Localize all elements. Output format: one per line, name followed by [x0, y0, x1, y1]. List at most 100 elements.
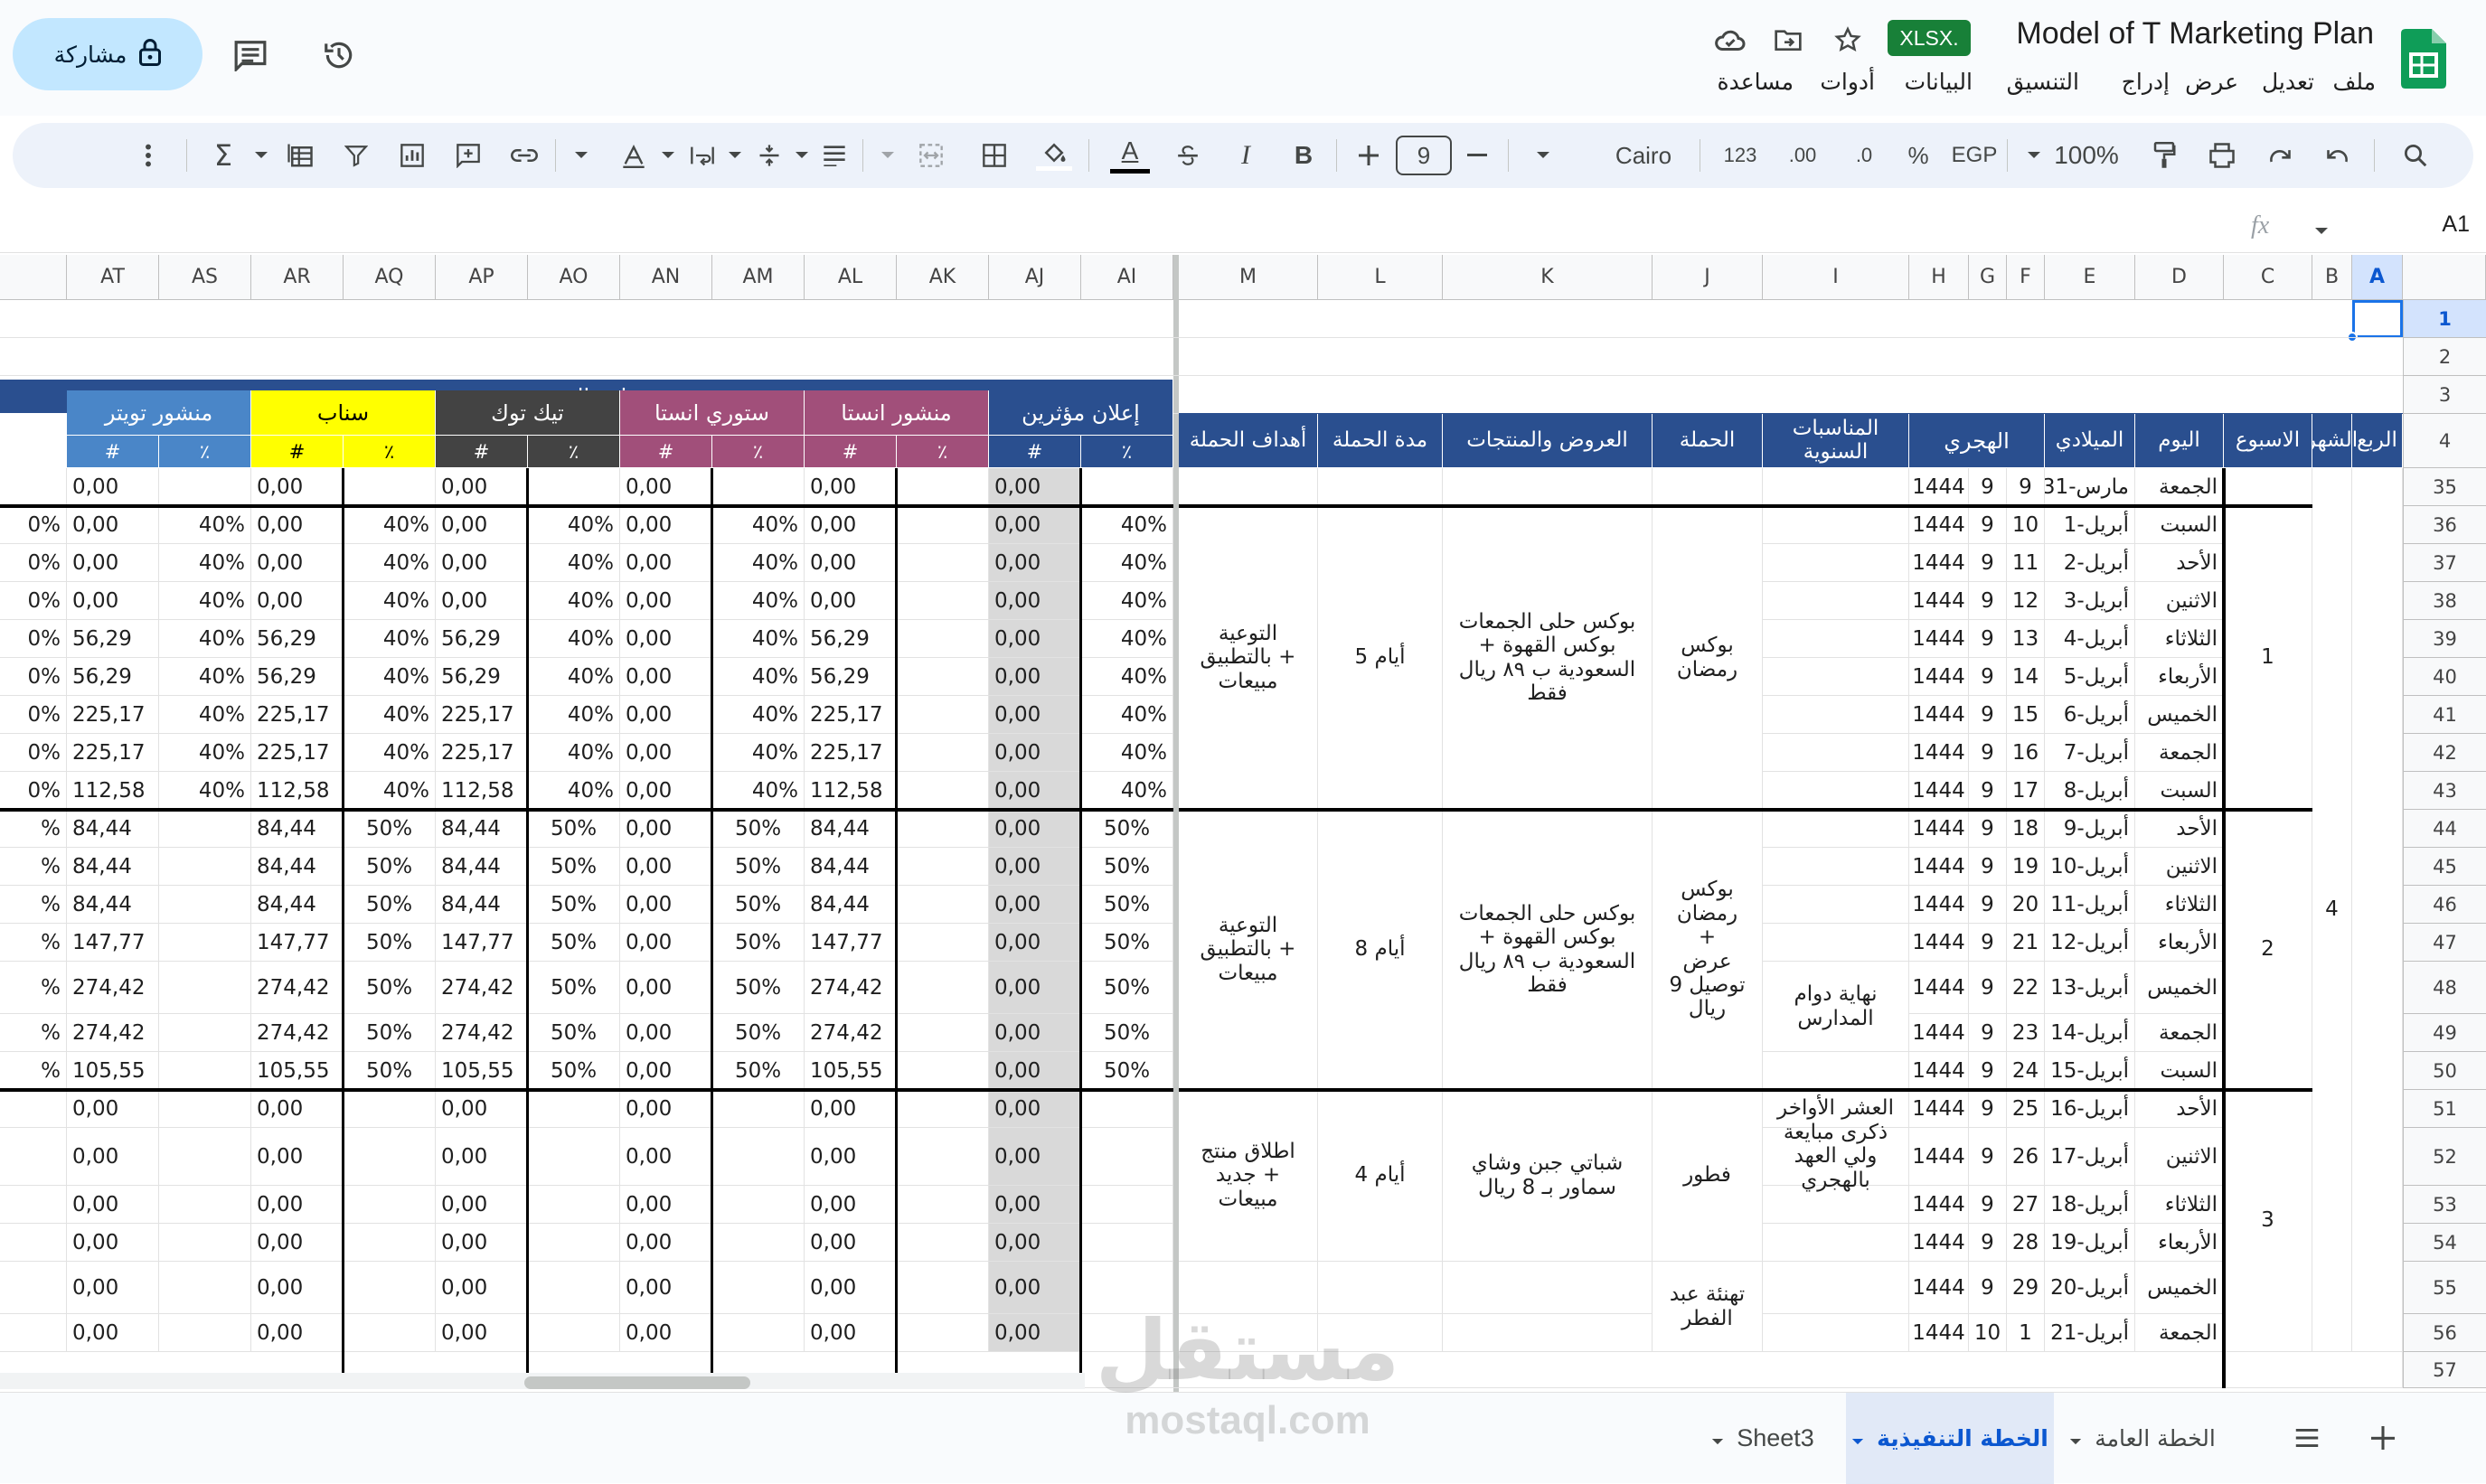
- cell-AO-38[interactable]: 40%: [528, 582, 620, 620]
- cell-D-42[interactable]: الجمعة: [2135, 734, 2224, 772]
- cell-F-49[interactable]: 23: [2007, 1014, 2045, 1052]
- cell-I-56[interactable]: [1763, 1314, 1909, 1352]
- cell-E-49[interactable]: أبريل-14: [2045, 1014, 2135, 1052]
- cell-AO-42[interactable]: 40%: [528, 734, 620, 772]
- cell-AJ-40[interactable]: 0,00: [989, 658, 1081, 696]
- column-header-A[interactable]: A: [2352, 255, 2403, 300]
- row-header-55[interactable]: 55: [2403, 1262, 2486, 1314]
- cell-AT-45[interactable]: 84,44: [67, 848, 159, 886]
- menu-format[interactable]: التنسيق: [2007, 69, 2079, 95]
- cell-AS-35[interactable]: [159, 468, 251, 506]
- cell-AN-51[interactable]: 0,00: [620, 1090, 712, 1128]
- merged-week-2[interactable]: 2: [2224, 810, 2312, 1090]
- cell-D-37[interactable]: الأحد: [2135, 544, 2224, 582]
- cell-AT-53[interactable]: 0,00: [67, 1186, 159, 1224]
- row-header-38[interactable]: 38: [2403, 582, 2486, 620]
- decrease-font-size-icon[interactable]: [1459, 123, 1495, 188]
- merged-month[interactable]: 4: [2312, 468, 2352, 1352]
- cell-AO-50[interactable]: 50%: [528, 1052, 620, 1090]
- row-header-51[interactable]: 51: [2403, 1090, 2486, 1128]
- cell-AP-48[interactable]: 274,42: [436, 962, 528, 1014]
- cell-AR-56[interactable]: 0,00: [251, 1314, 344, 1352]
- cell-K-35[interactable]: [1443, 468, 1653, 506]
- cell-AT-38[interactable]: 0,00: [67, 582, 159, 620]
- cell-AR-41[interactable]: 225,17: [251, 696, 344, 734]
- cell-AL-49[interactable]: 274,42: [805, 1014, 897, 1052]
- merge-dropdown-chevron-icon[interactable]: [875, 123, 900, 188]
- merged-goals-2[interactable]: التوعية بالتطبيق + مبيعات: [1179, 810, 1318, 1090]
- cell-AI-38[interactable]: 40%: [1081, 582, 1173, 620]
- merged-duration-2[interactable]: 8 أيام: [1318, 810, 1443, 1090]
- cell-AO-46[interactable]: 50%: [528, 886, 620, 924]
- cell-AR-54[interactable]: 0,00: [251, 1224, 344, 1262]
- cell-AJ-46[interactable]: 0,00: [989, 886, 1081, 924]
- cell-G-49[interactable]: 9: [1969, 1014, 2007, 1052]
- row-header-44[interactable]: 44: [2403, 810, 2486, 848]
- cell-F-54[interactable]: 28: [2007, 1224, 2045, 1262]
- cell-F-39[interactable]: 13: [2007, 620, 2045, 658]
- cell-AO-55[interactable]: [528, 1262, 620, 1314]
- print-icon[interactable]: [2199, 123, 2246, 188]
- cell-D-56[interactable]: الجمعة: [2135, 1314, 2224, 1352]
- cell-AT-37[interactable]: 0,00: [67, 544, 159, 582]
- cell-AJ-39[interactable]: 0,00: [989, 620, 1081, 658]
- horizontal-align-icon[interactable]: [814, 123, 855, 188]
- cell-AK-39[interactable]: [897, 620, 989, 658]
- cell-AL-43[interactable]: 112,58: [805, 772, 897, 810]
- cell-AT-42[interactable]: 225,17: [67, 734, 159, 772]
- cell-G-52[interactable]: 9: [1969, 1128, 2007, 1186]
- cell-AS-40[interactable]: 40%: [159, 658, 251, 696]
- cell-AO-40[interactable]: 40%: [528, 658, 620, 696]
- cell-AL-41[interactable]: 225,17: [805, 696, 897, 734]
- v-align-chevron-icon[interactable]: [723, 123, 747, 188]
- column-header-B[interactable]: B: [2312, 255, 2352, 300]
- cell-E-54[interactable]: أبريل-19: [2045, 1224, 2135, 1262]
- cell-AT-36[interactable]: 0,00: [67, 506, 159, 544]
- cell-F-44[interactable]: 18: [2007, 810, 2045, 848]
- cell-H-35[interactable]: 1444: [1909, 468, 1969, 506]
- cell-AO-35[interactable]: [528, 468, 620, 506]
- cell-AI-45[interactable]: 50%: [1081, 848, 1173, 886]
- cell-AJ-49[interactable]: 0,00: [989, 1014, 1081, 1052]
- selected-cell-A1[interactable]: [2352, 300, 2403, 338]
- cell-I-47[interactable]: [1763, 924, 1909, 962]
- cell-AT-39[interactable]: 56,29: [67, 620, 159, 658]
- cell-AO-49[interactable]: 50%: [528, 1014, 620, 1052]
- cell-AQ-42[interactable]: 40%: [344, 734, 436, 772]
- cell-AP-40[interactable]: 56,29: [436, 658, 528, 696]
- cell-E-45[interactable]: أبريل-10: [2045, 848, 2135, 886]
- cell-AM-47[interactable]: 50%: [712, 924, 805, 962]
- cell-E-50[interactable]: أبريل-15: [2045, 1052, 2135, 1090]
- cell-D-55[interactable]: الخميس: [2135, 1262, 2224, 1314]
- cell-H-37[interactable]: 1444: [1909, 544, 1969, 582]
- cell-F-43[interactable]: 17: [2007, 772, 2045, 810]
- cell-AN-35[interactable]: 0,00: [620, 468, 712, 506]
- cell-AO-44[interactable]: 50%: [528, 810, 620, 848]
- merged-campaign-4[interactable]: تهنئة عبد الفطر: [1653, 1262, 1763, 1352]
- font-size-input[interactable]: 9: [1394, 123, 1454, 188]
- cell-F-35[interactable]: 9: [2007, 468, 2045, 506]
- cell-AN-49[interactable]: 0,00: [620, 1014, 712, 1052]
- insert-link-icon[interactable]: [501, 123, 548, 188]
- cell-AP-46[interactable]: 84,44: [436, 886, 528, 924]
- cell-M-56[interactable]: [1179, 1314, 1318, 1352]
- cloud-status-icon[interactable]: [1709, 20, 1752, 60]
- cell-AO-52[interactable]: [528, 1128, 620, 1186]
- cell-AI-36[interactable]: 40%: [1081, 506, 1173, 544]
- cell-G-46[interactable]: 9: [1969, 886, 2007, 924]
- cell-AJ-52[interactable]: 0,00: [989, 1128, 1081, 1186]
- increase-font-size-icon[interactable]: [1351, 123, 1387, 188]
- cell-L-35[interactable]: [1318, 468, 1443, 506]
- cell-H-49[interactable]: 1444: [1909, 1014, 1969, 1052]
- cell-AR-43[interactable]: 112,58: [251, 772, 344, 810]
- cell-AP-54[interactable]: 0,00: [436, 1224, 528, 1262]
- cell-G-50[interactable]: 9: [1969, 1052, 2007, 1090]
- zoom-dropdown-chevron-icon[interactable]: [2021, 123, 2047, 188]
- cell-I-42[interactable]: [1763, 734, 1909, 772]
- cell-H-41[interactable]: 1444: [1909, 696, 1969, 734]
- cell-AS-47[interactable]: [159, 924, 251, 962]
- cell-G-37[interactable]: 9: [1969, 544, 2007, 582]
- cell-AK-50[interactable]: [897, 1052, 989, 1090]
- cell-D-35[interactable]: الجمعة: [2135, 468, 2224, 506]
- row-header-54[interactable]: 54: [2403, 1224, 2486, 1262]
